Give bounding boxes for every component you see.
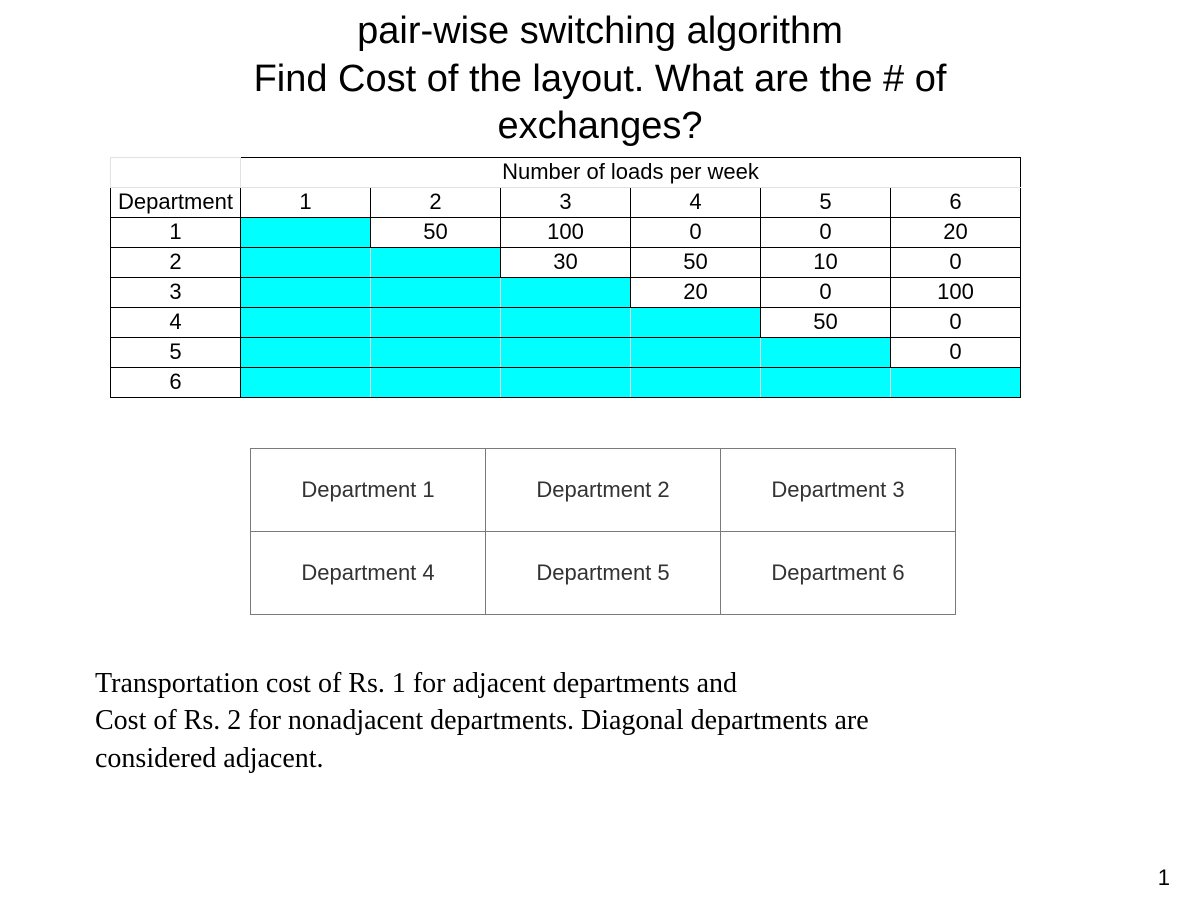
- cell-6-2: [371, 367, 501, 397]
- cell-2-5: 10: [761, 247, 891, 277]
- table-row: Number of loads per week: [111, 157, 1021, 187]
- table-row: 4 50 0: [111, 307, 1021, 337]
- dept-cell-1: Department 1: [251, 448, 486, 531]
- cell-6-5: [761, 367, 891, 397]
- cost-line-3: considered adjacent.: [95, 740, 1095, 778]
- row-4-label: 4: [111, 307, 241, 337]
- cell-6-3: [501, 367, 631, 397]
- cell-1-3: 100: [501, 217, 631, 247]
- cell-3-2: [371, 277, 501, 307]
- dept-cell-6: Department 6: [721, 531, 956, 614]
- dept-cell-3: Department 3: [721, 448, 956, 531]
- row-5-label: 5: [111, 337, 241, 367]
- row-3-label: 3: [111, 277, 241, 307]
- cell-6-4: [631, 367, 761, 397]
- table-row: 1 50 100 0 0 20: [111, 217, 1021, 247]
- cell-3-4: 20: [631, 277, 761, 307]
- loads-table-container: Number of loads per week Department 1 2 …: [110, 157, 1200, 398]
- cell-2-1: [241, 247, 371, 277]
- layout-grid-container: Department 1 Department 2 Department 3 D…: [250, 448, 1200, 615]
- page-number: 1: [1158, 865, 1170, 891]
- row-label-header: Department: [111, 187, 241, 217]
- cell-5-2: [371, 337, 501, 367]
- title-line-1: pair-wise switching algorithm: [0, 8, 1200, 56]
- cell-4-3: [501, 307, 631, 337]
- cell-3-3: [501, 277, 631, 307]
- table-row: 6: [111, 367, 1021, 397]
- loads-title-cell: Number of loads per week: [241, 157, 1021, 187]
- cell-4-5: 50: [761, 307, 891, 337]
- cell-2-3: 30: [501, 247, 631, 277]
- row-2-label: 2: [111, 247, 241, 277]
- table-row: Department 1 Department 2 Department 3: [251, 448, 956, 531]
- cell-4-4: [631, 307, 761, 337]
- cell-5-5: [761, 337, 891, 367]
- title-line-3: exchanges?: [0, 103, 1200, 151]
- cell-5-4: [631, 337, 761, 367]
- cell-2-4: 50: [631, 247, 761, 277]
- cell-4-2: [371, 307, 501, 337]
- slide-title: pair-wise switching algorithm Find Cost …: [0, 8, 1200, 151]
- cell-2-2: [371, 247, 501, 277]
- cell-3-1: [241, 277, 371, 307]
- table-row: 3 20 0 100: [111, 277, 1021, 307]
- cell-6-1: [241, 367, 371, 397]
- cell-5-3: [501, 337, 631, 367]
- cost-explanation: Transportation cost of Rs. 1 for adjacen…: [95, 665, 1095, 778]
- cost-line-1: Transportation cost of Rs. 1 for adjacen…: [95, 665, 1095, 703]
- title-line-2: Find Cost of the layout. What are the # …: [0, 56, 1200, 104]
- cell-3-6: 100: [891, 277, 1021, 307]
- table-row: 2 30 50 10 0: [111, 247, 1021, 277]
- table-row: 5 0: [111, 337, 1021, 367]
- dept-cell-4: Department 4: [251, 531, 486, 614]
- cell-1-6: 20: [891, 217, 1021, 247]
- table-row: Department 4 Department 5 Department 6: [251, 531, 956, 614]
- cell-1-2: 50: [371, 217, 501, 247]
- cell-4-6: 0: [891, 307, 1021, 337]
- col-header-4: 4: [631, 187, 761, 217]
- col-header-3: 3: [501, 187, 631, 217]
- loads-table: Number of loads per week Department 1 2 …: [110, 157, 1021, 398]
- dept-cell-5: Department 5: [486, 531, 721, 614]
- row-6-label: 6: [111, 367, 241, 397]
- cost-line-2: Cost of Rs. 2 for nonadjacent department…: [95, 702, 1095, 740]
- cell-1-4: 0: [631, 217, 761, 247]
- layout-grid: Department 1 Department 2 Department 3 D…: [250, 448, 956, 615]
- cell-5-6: 0: [891, 337, 1021, 367]
- cell-5-1: [241, 337, 371, 367]
- cell-1-5: 0: [761, 217, 891, 247]
- col-header-1: 1: [241, 187, 371, 217]
- dept-cell-2: Department 2: [486, 448, 721, 531]
- cell-3-5: 0: [761, 277, 891, 307]
- cell-1-1: [241, 217, 371, 247]
- cell-2-6: 0: [891, 247, 1021, 277]
- col-header-6: 6: [891, 187, 1021, 217]
- cell-6-6: [891, 367, 1021, 397]
- col-header-2: 2: [371, 187, 501, 217]
- cell-4-1: [241, 307, 371, 337]
- table-row: Department 1 2 3 4 5 6: [111, 187, 1021, 217]
- col-header-5: 5: [761, 187, 891, 217]
- row-1-label: 1: [111, 217, 241, 247]
